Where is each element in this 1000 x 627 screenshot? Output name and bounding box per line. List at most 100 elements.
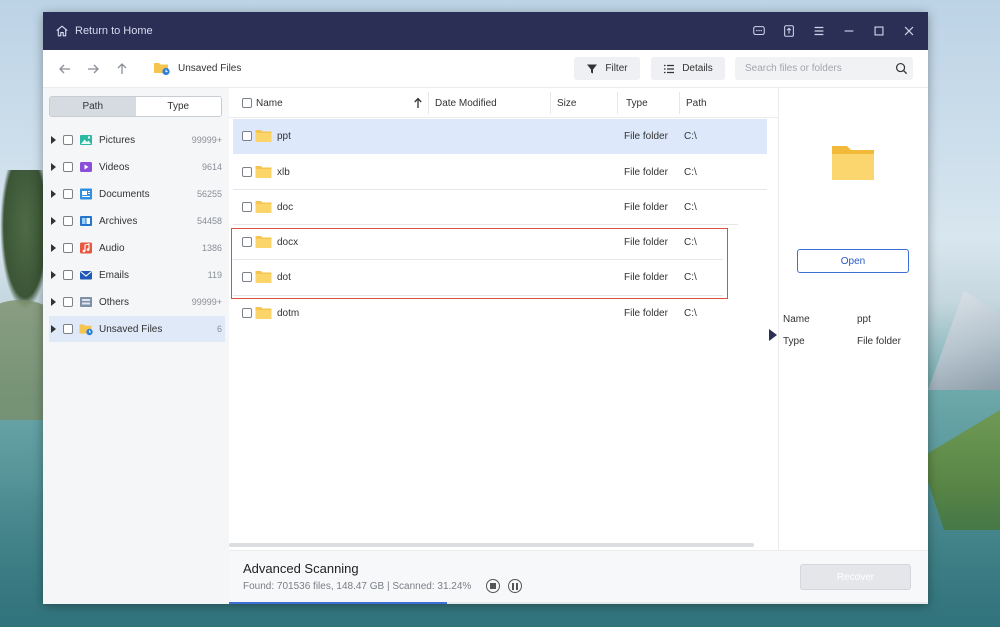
table-row[interactable]: xlb File folder C:\ [233, 155, 767, 190]
checkbox[interactable] [63, 324, 73, 334]
details-button[interactable]: Details [651, 57, 725, 80]
search-box [735, 57, 913, 80]
sort-ascending-icon[interactable] [413, 97, 423, 109]
upload-button[interactable] [778, 20, 800, 42]
breadcrumb: Unsaved Files [153, 60, 241, 76]
prop-name-label: Name [783, 314, 810, 325]
back-button[interactable] [57, 61, 73, 77]
stop-scan-button[interactable] [486, 579, 500, 593]
expand-panel-icon[interactable] [769, 329, 777, 341]
row-checkbox[interactable] [242, 202, 252, 212]
arrow-right-icon [88, 64, 99, 74]
file-path: C:\ [684, 308, 697, 319]
sidebar-item-audio[interactable]: Audio 1386 [49, 235, 225, 261]
archives-icon [80, 216, 92, 226]
expand-caret-icon[interactable] [51, 136, 56, 144]
expand-caret-icon[interactable] [51, 298, 56, 306]
column-divider[interactable] [679, 92, 680, 114]
menu-button[interactable] [808, 20, 830, 42]
checkbox[interactable] [63, 216, 73, 226]
sidebar-item-count: 1386 [201, 243, 222, 253]
horizontal-scrollbar[interactable] [229, 543, 754, 547]
column-name[interactable]: Name [256, 88, 426, 118]
open-button[interactable]: Open [797, 249, 909, 273]
sidebar-item-count: 56255 [196, 189, 222, 199]
sidebar-item-videos[interactable]: Videos 9614 [49, 154, 225, 180]
checkbox[interactable] [63, 243, 73, 253]
scan-stats: Found: 701536 files, 148.47 GB | Scanned… [243, 581, 472, 592]
emails-icon [80, 271, 92, 280]
maximize-button[interactable] [868, 20, 890, 42]
return-home-button[interactable]: Return to Home [55, 24, 153, 38]
sidebar-item-others[interactable]: Others 99999+ [49, 289, 225, 315]
column-type[interactable]: Type [626, 88, 648, 118]
close-icon [904, 26, 914, 36]
forward-button[interactable] [85, 61, 101, 77]
checkbox[interactable] [63, 297, 73, 307]
expand-caret-icon[interactable] [51, 244, 56, 252]
column-path[interactable]: Path [686, 88, 707, 118]
column-divider[interactable] [550, 92, 551, 114]
row-checkbox[interactable] [242, 167, 252, 177]
sidebar-item-label: Videos [99, 161, 130, 173]
sidebar-item-label: Archives [99, 215, 138, 227]
highlight-box [231, 228, 728, 299]
prop-type-value: File folder [857, 336, 901, 347]
sidebar-item-label: Others [99, 296, 130, 308]
details-label: Details [682, 63, 713, 74]
table-row[interactable]: doc File folder C:\ [233, 190, 767, 225]
search-input[interactable] [745, 63, 890, 74]
column-divider[interactable] [617, 92, 618, 114]
expand-caret-icon[interactable] [51, 325, 56, 333]
search-icon[interactable] [895, 62, 908, 75]
unsaved-files-icon [79, 324, 93, 336]
row-checkbox[interactable] [242, 131, 252, 141]
filter-button[interactable]: Filter [574, 57, 640, 80]
minimize-button[interactable] [838, 20, 860, 42]
sidebar-item-count: 9614 [201, 162, 222, 172]
prop-name-value: ppt [857, 314, 871, 325]
select-all-checkbox[interactable] [242, 98, 252, 108]
sidebar-item-count: 54458 [196, 216, 222, 226]
recover-button[interactable]: Recover [800, 564, 911, 590]
column-date-modified[interactable]: Date Modified [435, 88, 497, 118]
sidebar-item-emails[interactable]: Emails 119 [49, 262, 225, 288]
expand-caret-icon[interactable] [51, 271, 56, 279]
minimize-icon [844, 30, 854, 32]
pause-scan-button[interactable] [508, 579, 522, 593]
row-checkbox[interactable] [242, 308, 252, 318]
sidebar-item-unsaved-files[interactable]: Unsaved Files 6 [49, 316, 225, 342]
folder-icon [255, 166, 272, 178]
feedback-icon [753, 26, 765, 36]
checkbox[interactable] [63, 270, 73, 280]
table-row[interactable]: ppt File folder C:\ [233, 119, 767, 154]
tab-type[interactable]: Type [135, 97, 221, 116]
videos-icon [80, 162, 92, 172]
expand-caret-icon[interactable] [51, 163, 56, 171]
sidebar-item-archives[interactable]: Archives 54458 [49, 208, 225, 234]
others-icon [80, 297, 92, 307]
maximize-icon [874, 26, 884, 36]
column-divider[interactable] [428, 92, 429, 114]
close-button[interactable] [898, 20, 920, 42]
up-button[interactable] [114, 61, 130, 77]
sidebar-footer [43, 550, 229, 604]
sidebar-item-count: 99999+ [191, 135, 222, 145]
expand-caret-icon[interactable] [51, 217, 56, 225]
expand-caret-icon[interactable] [51, 190, 56, 198]
checkbox[interactable] [63, 189, 73, 199]
feedback-button[interactable] [748, 20, 770, 42]
column-size[interactable]: Size [557, 88, 576, 118]
checkbox[interactable] [63, 135, 73, 145]
sidebar-item-pictures[interactable]: Pictures 99999+ [49, 127, 225, 153]
list-icon [664, 64, 675, 73]
tab-path[interactable]: Path [50, 97, 136, 116]
sidebar-item-documents[interactable]: Documents 56255 [49, 181, 225, 207]
prop-type-label: Type [783, 336, 805, 347]
list-header: Name Date Modified Size Type Path [229, 88, 778, 118]
checkbox[interactable] [63, 162, 73, 172]
documents-icon [80, 188, 92, 200]
table-row[interactable]: dotm File folder C:\ [233, 296, 767, 331]
file-type: File folder [624, 308, 668, 319]
scan-title: Advanced Scanning [243, 561, 359, 576]
